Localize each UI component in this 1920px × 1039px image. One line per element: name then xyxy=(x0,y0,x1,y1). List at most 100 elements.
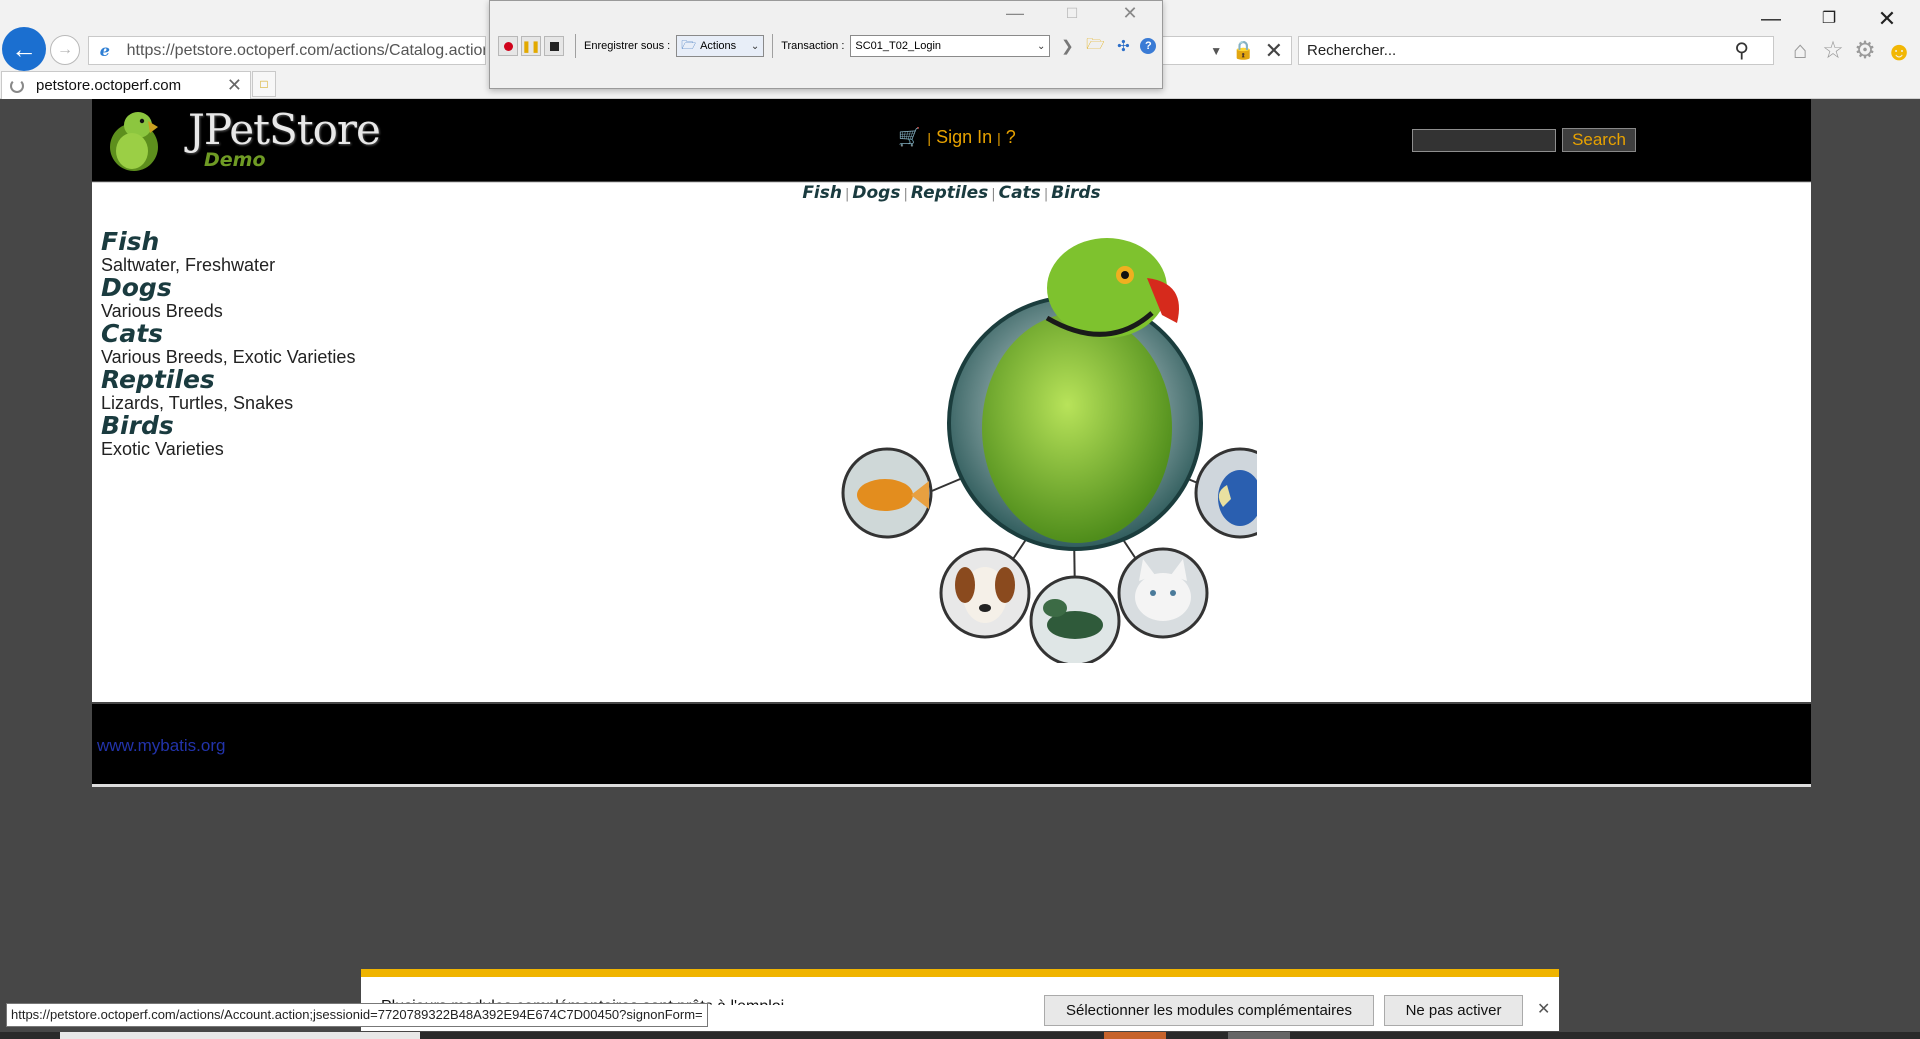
address-bar[interactable]: e https://petstore.octoperf.com/actions/… xyxy=(88,36,486,65)
site-footer: www.mybatis.org xyxy=(92,704,1811,787)
cart-icon[interactable]: 🛒 xyxy=(898,127,920,148)
save-as-value: Actions xyxy=(700,40,737,52)
status-bar-url: https://petstore.octoperf.com/actions/Ac… xyxy=(6,1003,708,1027)
new-tab-icon: □ xyxy=(260,77,268,91)
transaction-label: Transaction : xyxy=(781,40,845,52)
stop-record-button[interactable] xyxy=(544,36,564,56)
sidebar-category-cats[interactable]: Cats xyxy=(101,321,355,347)
smiley-icon[interactable]: ☻ xyxy=(1884,37,1914,65)
chevron-down-icon: ⌄ xyxy=(1037,40,1046,52)
quicklink-dogs[interactable]: Dogs xyxy=(852,183,900,203)
address-tools: ▼ 🔒 ✕ xyxy=(1160,36,1292,65)
main-content: Fish | Dogs | Reptiles | Cats | Birds Fish Saltw… xyxy=(92,182,1811,702)
sidebar-category-dogs[interactable]: Dogs xyxy=(101,275,355,301)
do-not-enable-button[interactable]: Ne pas activer xyxy=(1384,995,1523,1026)
sidebar-desc-cats: Various Breeds, Exotic Varieties xyxy=(101,347,356,367)
recorder-close-button[interactable]: ✕ xyxy=(1110,1,1150,25)
taskbar-app[interactable] xyxy=(1228,1032,1290,1039)
pause-button[interactable]: ❚❚ xyxy=(521,36,541,56)
taskbar-search-strip[interactable] xyxy=(60,1032,420,1039)
select-addons-button[interactable]: Sélectionner les modules complémentaires xyxy=(1044,995,1374,1026)
bird-image[interactable] xyxy=(1194,447,1257,539)
browser-search-box[interactable]: Rechercher... ⚲ xyxy=(1298,36,1774,65)
recorder-minimize-button[interactable]: — xyxy=(995,1,1035,25)
fish-image[interactable] xyxy=(841,447,933,539)
parrot-image[interactable] xyxy=(947,238,1203,551)
separator xyxy=(575,34,576,58)
menu-separator: | xyxy=(927,129,932,146)
tab-close-icon[interactable]: ✕ xyxy=(227,75,242,96)
quicklink-fish[interactable]: Fish xyxy=(802,183,842,203)
sidebar-desc-fish: Saltwater, Freshwater xyxy=(101,255,276,275)
browser-search-placeholder[interactable]: Rechercher... xyxy=(1307,42,1734,59)
transaction-select[interactable]: SC01_T02_Login ⌄ xyxy=(850,35,1051,57)
cat-image[interactable] xyxy=(1117,547,1209,639)
sidebar-category-fish[interactable]: Fish xyxy=(101,229,355,255)
help-icon[interactable]: ? xyxy=(1140,38,1157,54)
forward-arrow-icon: → xyxy=(57,41,73,58)
ie-page-icon: e xyxy=(99,40,110,60)
quicklink-separator: | xyxy=(1043,187,1049,202)
sidebar-desc-birds: Exotic Varieties xyxy=(101,439,224,459)
help-link[interactable]: ? xyxy=(1006,127,1016,148)
quick-links: Fish | Dogs | Reptiles | Cats | Birds xyxy=(92,183,1811,203)
open-folder-icon[interactable]: 🗁 xyxy=(1084,35,1106,57)
restore-button[interactable]: ❐ xyxy=(1806,4,1852,34)
search-button[interactable]: Search xyxy=(1562,128,1636,152)
address-url[interactable]: https://petstore.octoperf.com/actions/Ca… xyxy=(127,42,485,60)
record-icon xyxy=(503,41,513,51)
category-sidebar: Fish Saltwater, Freshwater Dogs Various … xyxy=(101,229,356,460)
transaction-value: SC01_T02_Login xyxy=(855,40,942,52)
forward-button[interactable]: → xyxy=(50,35,80,65)
splash-image-map xyxy=(841,238,1257,663)
stop-icon[interactable]: ✕ xyxy=(1265,38,1283,64)
quicklink-reptiles[interactable]: Reptiles xyxy=(911,183,988,203)
jpetstore-logo[interactable]: JPetStore Demo xyxy=(104,103,381,175)
quicklink-separator: | xyxy=(991,187,996,202)
home-icon[interactable]: ⌂ xyxy=(1785,37,1815,65)
browser-tab[interactable]: petstore.octoperf.com ✕ xyxy=(1,71,251,99)
taskbar-app[interactable] xyxy=(1104,1032,1166,1039)
minimize-button[interactable]: — xyxy=(1748,4,1794,34)
logo-subtitle: Demo xyxy=(204,149,266,171)
lock-icon[interactable]: 🔒 xyxy=(1232,40,1254,61)
separator xyxy=(772,34,774,58)
next-transaction-icon[interactable]: ❯ xyxy=(1056,35,1078,57)
mybatis-link[interactable]: www.mybatis.org xyxy=(97,736,225,756)
back-button[interactable]: ← xyxy=(2,27,46,71)
sidebar-desc-dogs: Various Breeds xyxy=(101,301,223,321)
stop-square-icon xyxy=(549,41,559,51)
menu-separator: | xyxy=(997,129,1001,146)
back-arrow-icon: ← xyxy=(11,33,37,64)
logo-title: JPetStore xyxy=(188,105,381,154)
capture-icon[interactable]: ✣ xyxy=(1112,35,1134,57)
dog-image[interactable] xyxy=(939,547,1031,639)
save-as-select[interactable]: 🗁 Actions ⌄ xyxy=(676,35,765,57)
record-button[interactable] xyxy=(498,36,518,56)
sidebar-desc-reptiles: Lizards, Turtles, Snakes xyxy=(101,393,294,413)
close-icon[interactable]: ✕ xyxy=(1537,999,1550,1019)
product-search-input[interactable] xyxy=(1412,129,1556,152)
header-menu: 🛒 | Sign In | ? xyxy=(898,127,1016,148)
new-tab-button[interactable]: □ xyxy=(252,71,276,97)
recorder-controls: ❚❚ Enregistrer sous : 🗁 Actions ⌄ Transa… xyxy=(498,33,1157,59)
close-window-button[interactable]: ✕ xyxy=(1864,4,1910,34)
save-as-label: Enregistrer sous : xyxy=(584,40,671,52)
gear-icon[interactable]: ⚙ xyxy=(1850,37,1880,65)
loading-spinner-icon xyxy=(10,78,24,93)
sidebar-category-birds[interactable]: Birds xyxy=(101,413,355,439)
sidebar-category-reptiles[interactable]: Reptiles xyxy=(101,367,355,393)
recorder-toolbar: — ☐ ✕ ❚❚ Enregistrer sous : 🗁 Actions ⌄ … xyxy=(489,0,1163,89)
dropdown-icon[interactable]: ▼ xyxy=(1210,44,1222,58)
search-icon[interactable]: ⚲ xyxy=(1734,38,1749,63)
pause-icon: ❚❚ xyxy=(521,40,541,53)
recorder-maximize-button[interactable]: ☐ xyxy=(1052,1,1092,25)
folder-icon: 🗁 xyxy=(681,37,697,52)
quicklink-cats[interactable]: Cats xyxy=(999,183,1041,203)
quicklink-separator: | xyxy=(844,187,850,202)
reptile-image[interactable] xyxy=(1029,575,1121,663)
favorites-star-icon[interactable]: ☆ xyxy=(1818,37,1848,65)
quicklink-birds[interactable]: Birds xyxy=(1051,183,1100,203)
parrot-logo-icon xyxy=(110,112,158,171)
sign-in-link[interactable]: Sign In xyxy=(936,127,992,148)
